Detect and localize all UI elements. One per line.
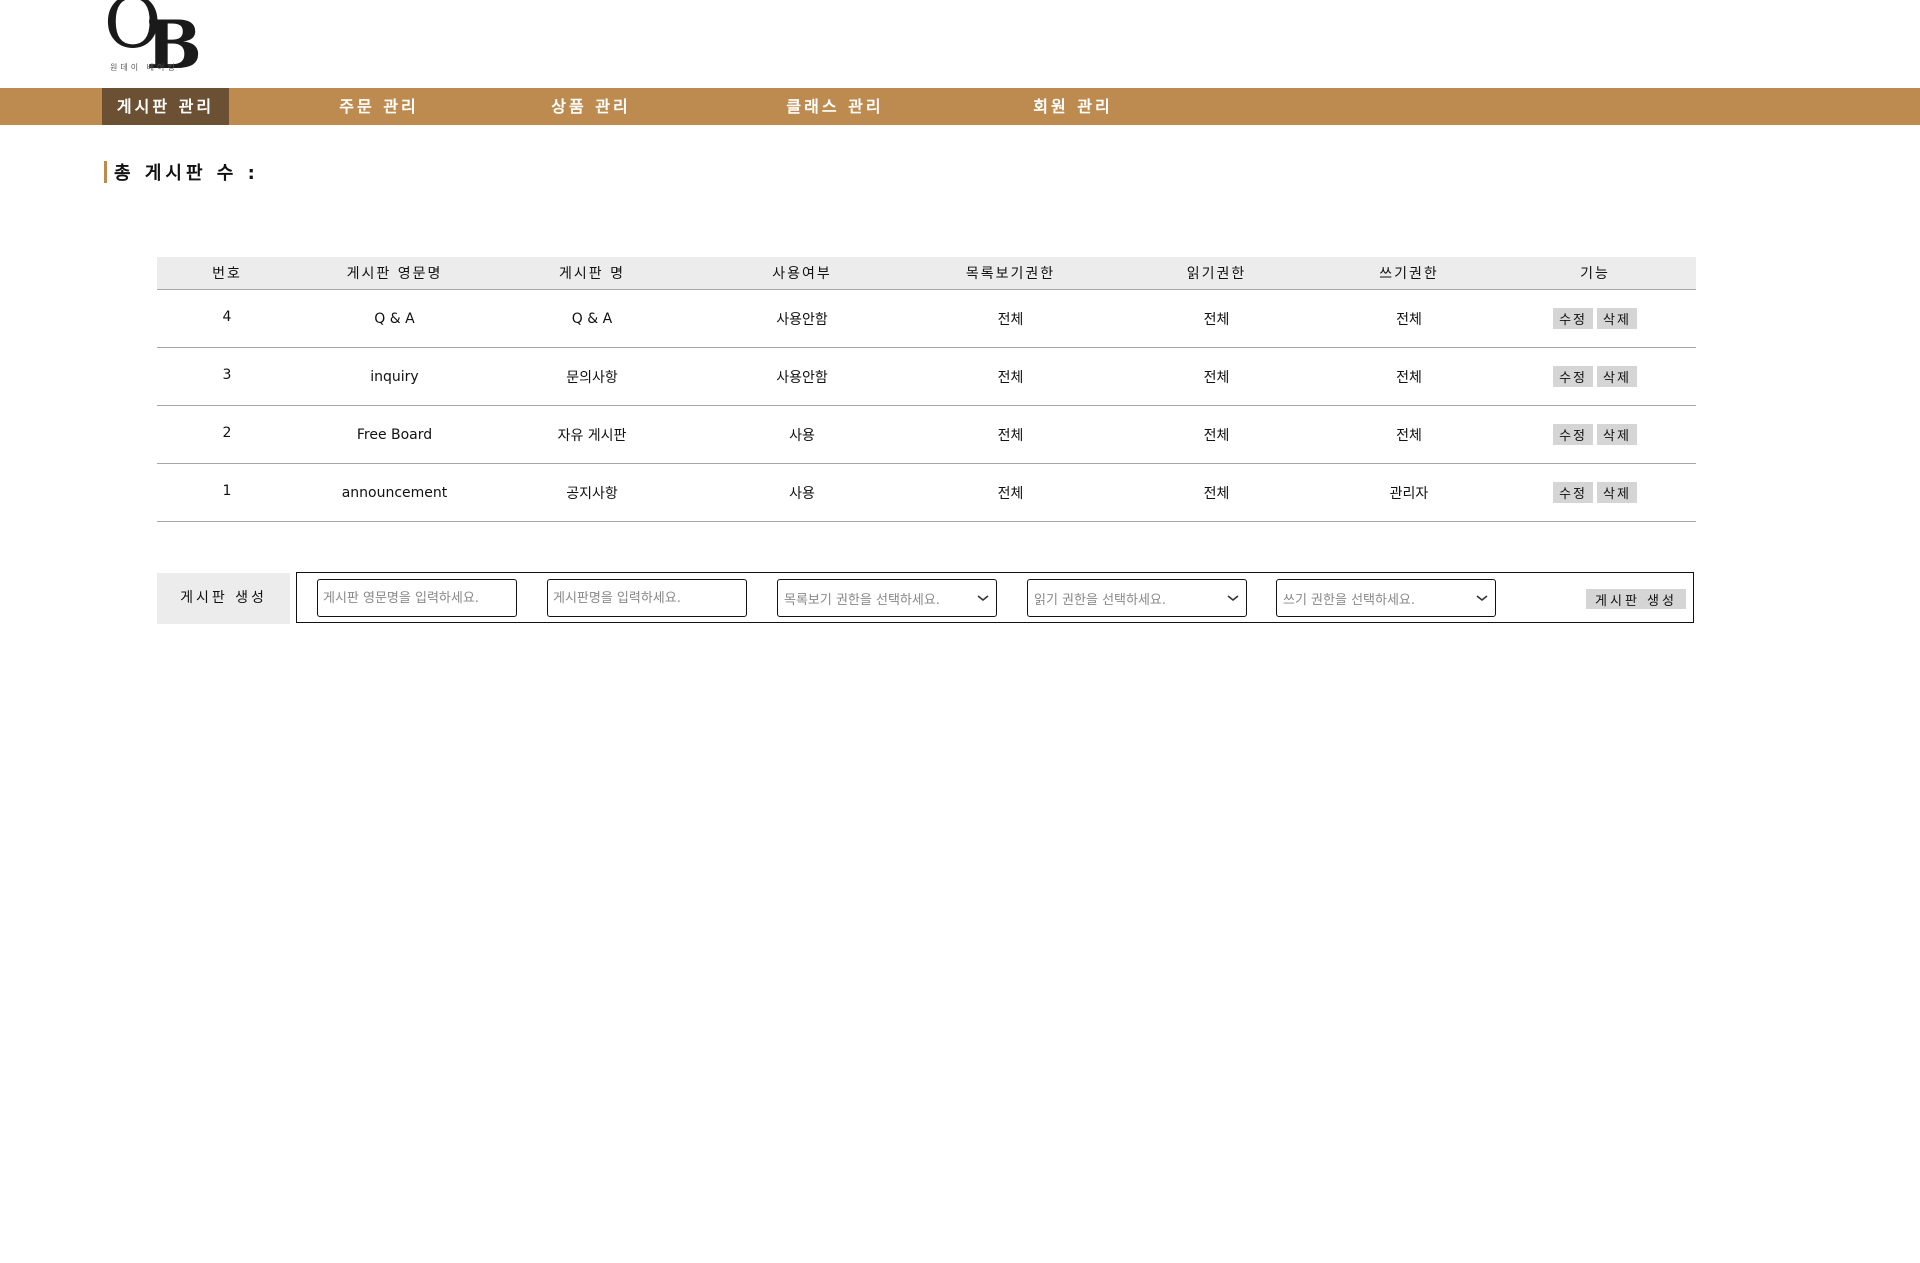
table-row: 2 Free Board 자유 게시판 사용 전체 전체 전체 수정 삭제 (157, 405, 1696, 464)
cell-use: 사용 (692, 463, 912, 522)
nav-item-product[interactable]: 상품 관리 (528, 88, 654, 125)
cell-use: 사용 (692, 405, 912, 464)
cell-list-perm: 전체 (912, 463, 1109, 522)
cell-en-name: inquiry (297, 347, 492, 406)
chevron-down-icon (1227, 595, 1239, 602)
cell-en-name: announcement (297, 463, 492, 522)
nav-item-member[interactable]: 회원 관리 (1010, 88, 1136, 125)
list-permission-placeholder: 목록보기 권한을 선택하세요. (784, 592, 940, 608)
edit-button[interactable]: 수정 (1553, 482, 1593, 503)
board-name-input[interactable] (547, 579, 747, 617)
create-board-label: 게시판 생성 (157, 573, 290, 624)
cell-num: 2 (157, 405, 297, 464)
cell-name: 자유 게시판 (492, 405, 692, 464)
board-table: 번호 게시판 영문명 게시판 명 사용여부 목록보기권한 읽기권한 쓰기권한 기… (157, 257, 1696, 522)
cell-num: 1 (157, 463, 297, 522)
table-row: 3 inquiry 문의사항 사용안함 전체 전체 전체 수정 삭제 (157, 347, 1696, 406)
cell-actions: 수정 삭제 (1494, 463, 1696, 522)
chevron-down-icon (1476, 595, 1488, 602)
header-num: 번호 (157, 257, 297, 290)
delete-button[interactable]: 삭제 (1597, 482, 1637, 503)
header-use: 사용여부 (692, 257, 912, 290)
board-en-name-input[interactable] (317, 579, 517, 617)
cell-list-perm: 전체 (912, 289, 1109, 348)
cell-use: 사용안함 (692, 289, 912, 348)
write-permission-select[interactable]: 쓰기 권한을 선택하세요. (1276, 579, 1496, 617)
cell-actions: 수정 삭제 (1494, 289, 1696, 348)
logo-subtitle: 원데이 베이킹 (110, 63, 178, 72)
create-board-button[interactable]: 게시판 생성 (1586, 589, 1686, 609)
cell-read-perm: 전체 (1109, 347, 1324, 406)
edit-button[interactable]: 수정 (1553, 308, 1593, 329)
read-permission-placeholder: 읽기 권한을 선택하세요. (1034, 592, 1166, 608)
title-accent-bar (104, 161, 107, 183)
delete-button[interactable]: 삭제 (1597, 366, 1637, 387)
chevron-down-icon (977, 595, 989, 602)
table-row: 4 Q & A Q & A 사용안함 전체 전체 전체 수정 삭제 (157, 289, 1696, 348)
nav-item-board[interactable]: 게시판 관리 (102, 88, 229, 125)
nav-item-class[interactable]: 클래스 관리 (760, 88, 910, 125)
cell-num: 4 (157, 289, 297, 348)
cell-en-name: Q & A (297, 289, 492, 348)
header-write-perm: 쓰기권한 (1324, 257, 1494, 290)
cell-read-perm: 전체 (1109, 405, 1324, 464)
header-read-perm: 읽기권한 (1109, 257, 1324, 290)
header-name: 게시판 명 (492, 257, 692, 290)
cell-name: 문의사항 (492, 347, 692, 406)
header-list-perm: 목록보기권한 (912, 257, 1109, 290)
write-permission-placeholder: 쓰기 권한을 선택하세요. (1283, 592, 1415, 608)
header-en-name: 게시판 영문명 (297, 257, 492, 290)
main-nav: 게시판 관리 주문 관리 상품 관리 클래스 관리 회원 관리 (0, 88, 1920, 125)
cell-en-name: Free Board (297, 405, 492, 464)
create-board-form: 목록보기 권한을 선택하세요. 읽기 권한을 선택하세요. 쓰기 권한을 선택하… (296, 572, 1694, 623)
cell-name: 공지사항 (492, 463, 692, 522)
cell-list-perm: 전체 (912, 347, 1109, 406)
edit-button[interactable]: 수정 (1553, 366, 1593, 387)
delete-button[interactable]: 삭제 (1597, 308, 1637, 329)
cell-num: 3 (157, 347, 297, 406)
cell-write-perm: 관리자 (1324, 463, 1494, 522)
read-permission-select[interactable]: 읽기 권한을 선택하세요. (1027, 579, 1247, 617)
cell-actions: 수정 삭제 (1494, 405, 1696, 464)
cell-read-perm: 전체 (1109, 289, 1324, 348)
table-header-row: 번호 게시판 영문명 게시판 명 사용여부 목록보기권한 읽기권한 쓰기권한 기… (157, 257, 1696, 290)
cell-write-perm: 전체 (1324, 347, 1494, 406)
page-title-wrap: 총 게시판 수 : (104, 161, 259, 184)
cell-actions: 수정 삭제 (1494, 347, 1696, 406)
cell-read-perm: 전체 (1109, 463, 1324, 522)
header-actions: 기능 (1494, 257, 1696, 290)
cell-write-perm: 전체 (1324, 405, 1494, 464)
edit-button[interactable]: 수정 (1553, 424, 1593, 445)
cell-write-perm: 전체 (1324, 289, 1494, 348)
table-row: 1 announcement 공지사항 사용 전체 전체 관리자 수정 삭제 (157, 463, 1696, 522)
nav-item-order[interactable]: 주문 관리 (316, 88, 442, 125)
cell-use: 사용안함 (692, 347, 912, 406)
page-title: 총 게시판 수 : (114, 163, 259, 184)
cell-list-perm: 전체 (912, 405, 1109, 464)
delete-button[interactable]: 삭제 (1597, 424, 1637, 445)
cell-name: Q & A (492, 289, 692, 348)
logo[interactable]: O B 원데이 베이킹 (104, 0, 202, 86)
list-permission-select[interactable]: 목록보기 권한을 선택하세요. (777, 579, 997, 617)
